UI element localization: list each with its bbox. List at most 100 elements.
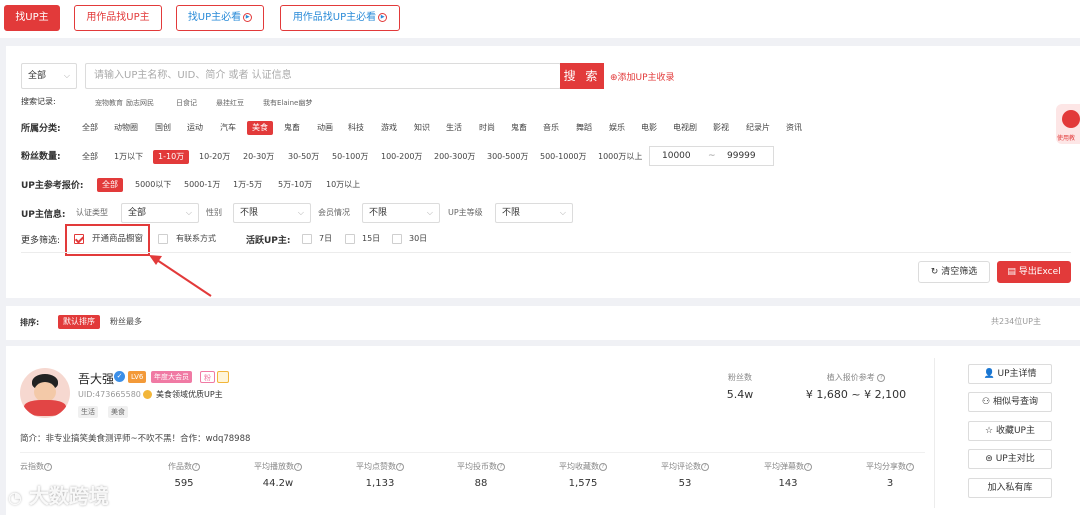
history-item[interactable]: 宠物教育: [95, 96, 123, 110]
up-level-select[interactable]: 不限 ⌵: [495, 203, 573, 223]
category-item[interactable]: 运动: [187, 121, 203, 135]
stat-label-text: 作品数: [168, 462, 192, 471]
play-icon: ▶: [243, 12, 253, 22]
fans-item[interactable]: 500-1000万: [540, 150, 587, 164]
favorite-up-button[interactable]: ☆ 收藏UP主: [968, 421, 1052, 441]
help-icon[interactable]: ?: [906, 462, 914, 471]
category-item[interactable]: 时尚: [479, 121, 495, 135]
fans-item[interactable]: 30-50万: [288, 150, 319, 164]
help-icon[interactable]: ?: [877, 373, 886, 382]
price-item[interactable]: 5000以下: [135, 178, 171, 192]
fans-item[interactable]: 20-30万: [243, 150, 274, 164]
shop-window-checkbox[interactable]: [74, 234, 84, 244]
category-item[interactable]: 电视剧: [673, 121, 697, 135]
category-item[interactable]: 知识: [414, 121, 430, 135]
fans-item[interactable]: 10-20万: [199, 150, 230, 164]
price-item[interactable]: 5万-10万: [278, 178, 312, 192]
price-item[interactable]: 1万-5万: [233, 178, 262, 192]
category-item[interactable]: 汽车: [220, 121, 236, 135]
stat-label: 平均分享数?: [854, 461, 926, 472]
fans-item[interactable]: 1000万以上: [598, 150, 642, 164]
robot-icon: [1062, 110, 1080, 128]
category-item[interactable]: 电影: [641, 121, 657, 135]
category-item[interactable]: 游戏: [381, 121, 397, 135]
fans-item[interactable]: 100-200万: [381, 150, 422, 164]
stat-value: 143: [778, 478, 798, 489]
fans-item[interactable]: 200-300万: [434, 150, 475, 164]
avatar-face: [34, 382, 56, 402]
fans-range-min[interactable]: 10000: [662, 147, 691, 165]
find-by-works-guide-button[interactable]: 用作品找UP主必看 ▶: [280, 5, 400, 31]
history-item[interactable]: 励志网民: [126, 96, 154, 110]
fans-item[interactable]: 300-500万: [487, 150, 528, 164]
help-icon[interactable]: ?: [44, 462, 52, 471]
category-item[interactable]: 资讯: [786, 121, 802, 135]
sort-default-button[interactable]: 默认排序: [58, 315, 100, 329]
find-by-works-button[interactable]: 用作品找UP主: [74, 5, 162, 31]
member-select[interactable]: 不限 ⌵: [362, 203, 440, 223]
search-button[interactable]: 搜 索: [560, 63, 604, 89]
category-item[interactable]: 生活: [446, 121, 462, 135]
avatar[interactable]: [20, 368, 70, 418]
category-item[interactable]: 全部: [82, 121, 98, 135]
users-icon: ⚇: [982, 397, 991, 407]
fans-item[interactable]: 1万以下: [114, 150, 143, 164]
export-excel-button[interactable]: ▤ 导出Excel: [997, 261, 1071, 283]
category-item[interactable]: 动画: [317, 121, 333, 135]
fans-label: 粉丝数量:: [21, 152, 61, 162]
category-item[interactable]: 鬼畜: [511, 121, 527, 135]
category-item[interactable]: 舞蹈: [576, 121, 592, 135]
add-up-link[interactable]: ⊕添加UP主收录: [610, 70, 675, 83]
compare-up-button[interactable]: ⊜ UP主对比: [968, 449, 1052, 469]
clear-filters-button[interactable]: ↻ 清空筛选: [918, 261, 990, 283]
cert-type-select[interactable]: 全部 ⌵: [121, 203, 199, 223]
active-30d-checkbox[interactable]: [392, 234, 402, 244]
contact-checkbox[interactable]: [158, 234, 168, 244]
fans-range-max[interactable]: 99999: [727, 147, 756, 165]
find-up-guide-button[interactable]: 找UP主必看 ▶: [176, 5, 264, 31]
help-icon[interactable]: ?: [192, 462, 200, 471]
search-scope-select[interactable]: 全部 ⌵: [21, 63, 77, 89]
fans-range-input[interactable]: 10000 ~ 99999: [649, 146, 774, 166]
category-item[interactable]: 科技: [348, 121, 364, 135]
shop-window-label: 开通商品橱窗: [92, 234, 144, 244]
find-up-button[interactable]: 找UP主: [4, 5, 60, 31]
up-name[interactable]: 吾大强: [78, 370, 114, 387]
history-item[interactable]: 我有Elaine幽梦: [263, 96, 312, 110]
active-7d-checkbox[interactable]: [302, 234, 312, 244]
help-icon[interactable]: ?: [599, 462, 607, 471]
help-icon[interactable]: ?: [701, 462, 709, 471]
help-icon[interactable]: ?: [294, 462, 302, 471]
watermark: ◔ 大数跨境: [8, 480, 109, 509]
category-item-active[interactable]: 美食: [247, 121, 273, 135]
similar-search-button[interactable]: ⚇ 相似号查询: [968, 392, 1052, 412]
search-input[interactable]: 请输入UP主名称、UID、简介 或者 认证信息: [85, 63, 561, 89]
category-item[interactable]: 纪录片: [746, 121, 770, 135]
category-item[interactable]: 娱乐: [609, 121, 625, 135]
category-item[interactable]: 音乐: [543, 121, 559, 135]
price-item[interactable]: 10万以上: [326, 178, 360, 192]
fans-item-active[interactable]: 1-10万: [153, 150, 190, 164]
price-item-active[interactable]: 全部: [97, 178, 123, 192]
help-icon[interactable]: ?: [804, 462, 812, 471]
sort-most-fans-button[interactable]: 粉丝最多: [110, 315, 142, 329]
stats-divider: [20, 452, 925, 453]
active-15d-checkbox[interactable]: [345, 234, 355, 244]
category-item[interactable]: 动物圈: [114, 121, 138, 135]
history-item[interactable]: 日食记: [176, 96, 197, 110]
up-uid: UID:473665580: [78, 390, 141, 399]
fans-item[interactable]: 全部: [82, 150, 98, 164]
float-help-widget[interactable]: 使用教: [1056, 104, 1080, 144]
help-icon[interactable]: ?: [396, 462, 404, 471]
gender-select[interactable]: 不限 ⌵: [233, 203, 311, 223]
fans-item[interactable]: 50-100万: [332, 150, 368, 164]
history-item[interactable]: 悬挂红豆: [216, 96, 244, 110]
category-item[interactable]: 影视: [713, 121, 729, 135]
stat-value: 53: [678, 478, 692, 489]
help-icon[interactable]: ?: [497, 462, 505, 471]
price-item[interactable]: 5000-1万: [184, 178, 220, 192]
category-item[interactable]: 鬼畜: [284, 121, 300, 135]
add-private-library-button[interactable]: 加入私有库: [968, 478, 1052, 498]
category-item[interactable]: 国创: [155, 121, 171, 135]
up-detail-button[interactable]: 👤 UP主详情: [968, 364, 1052, 384]
